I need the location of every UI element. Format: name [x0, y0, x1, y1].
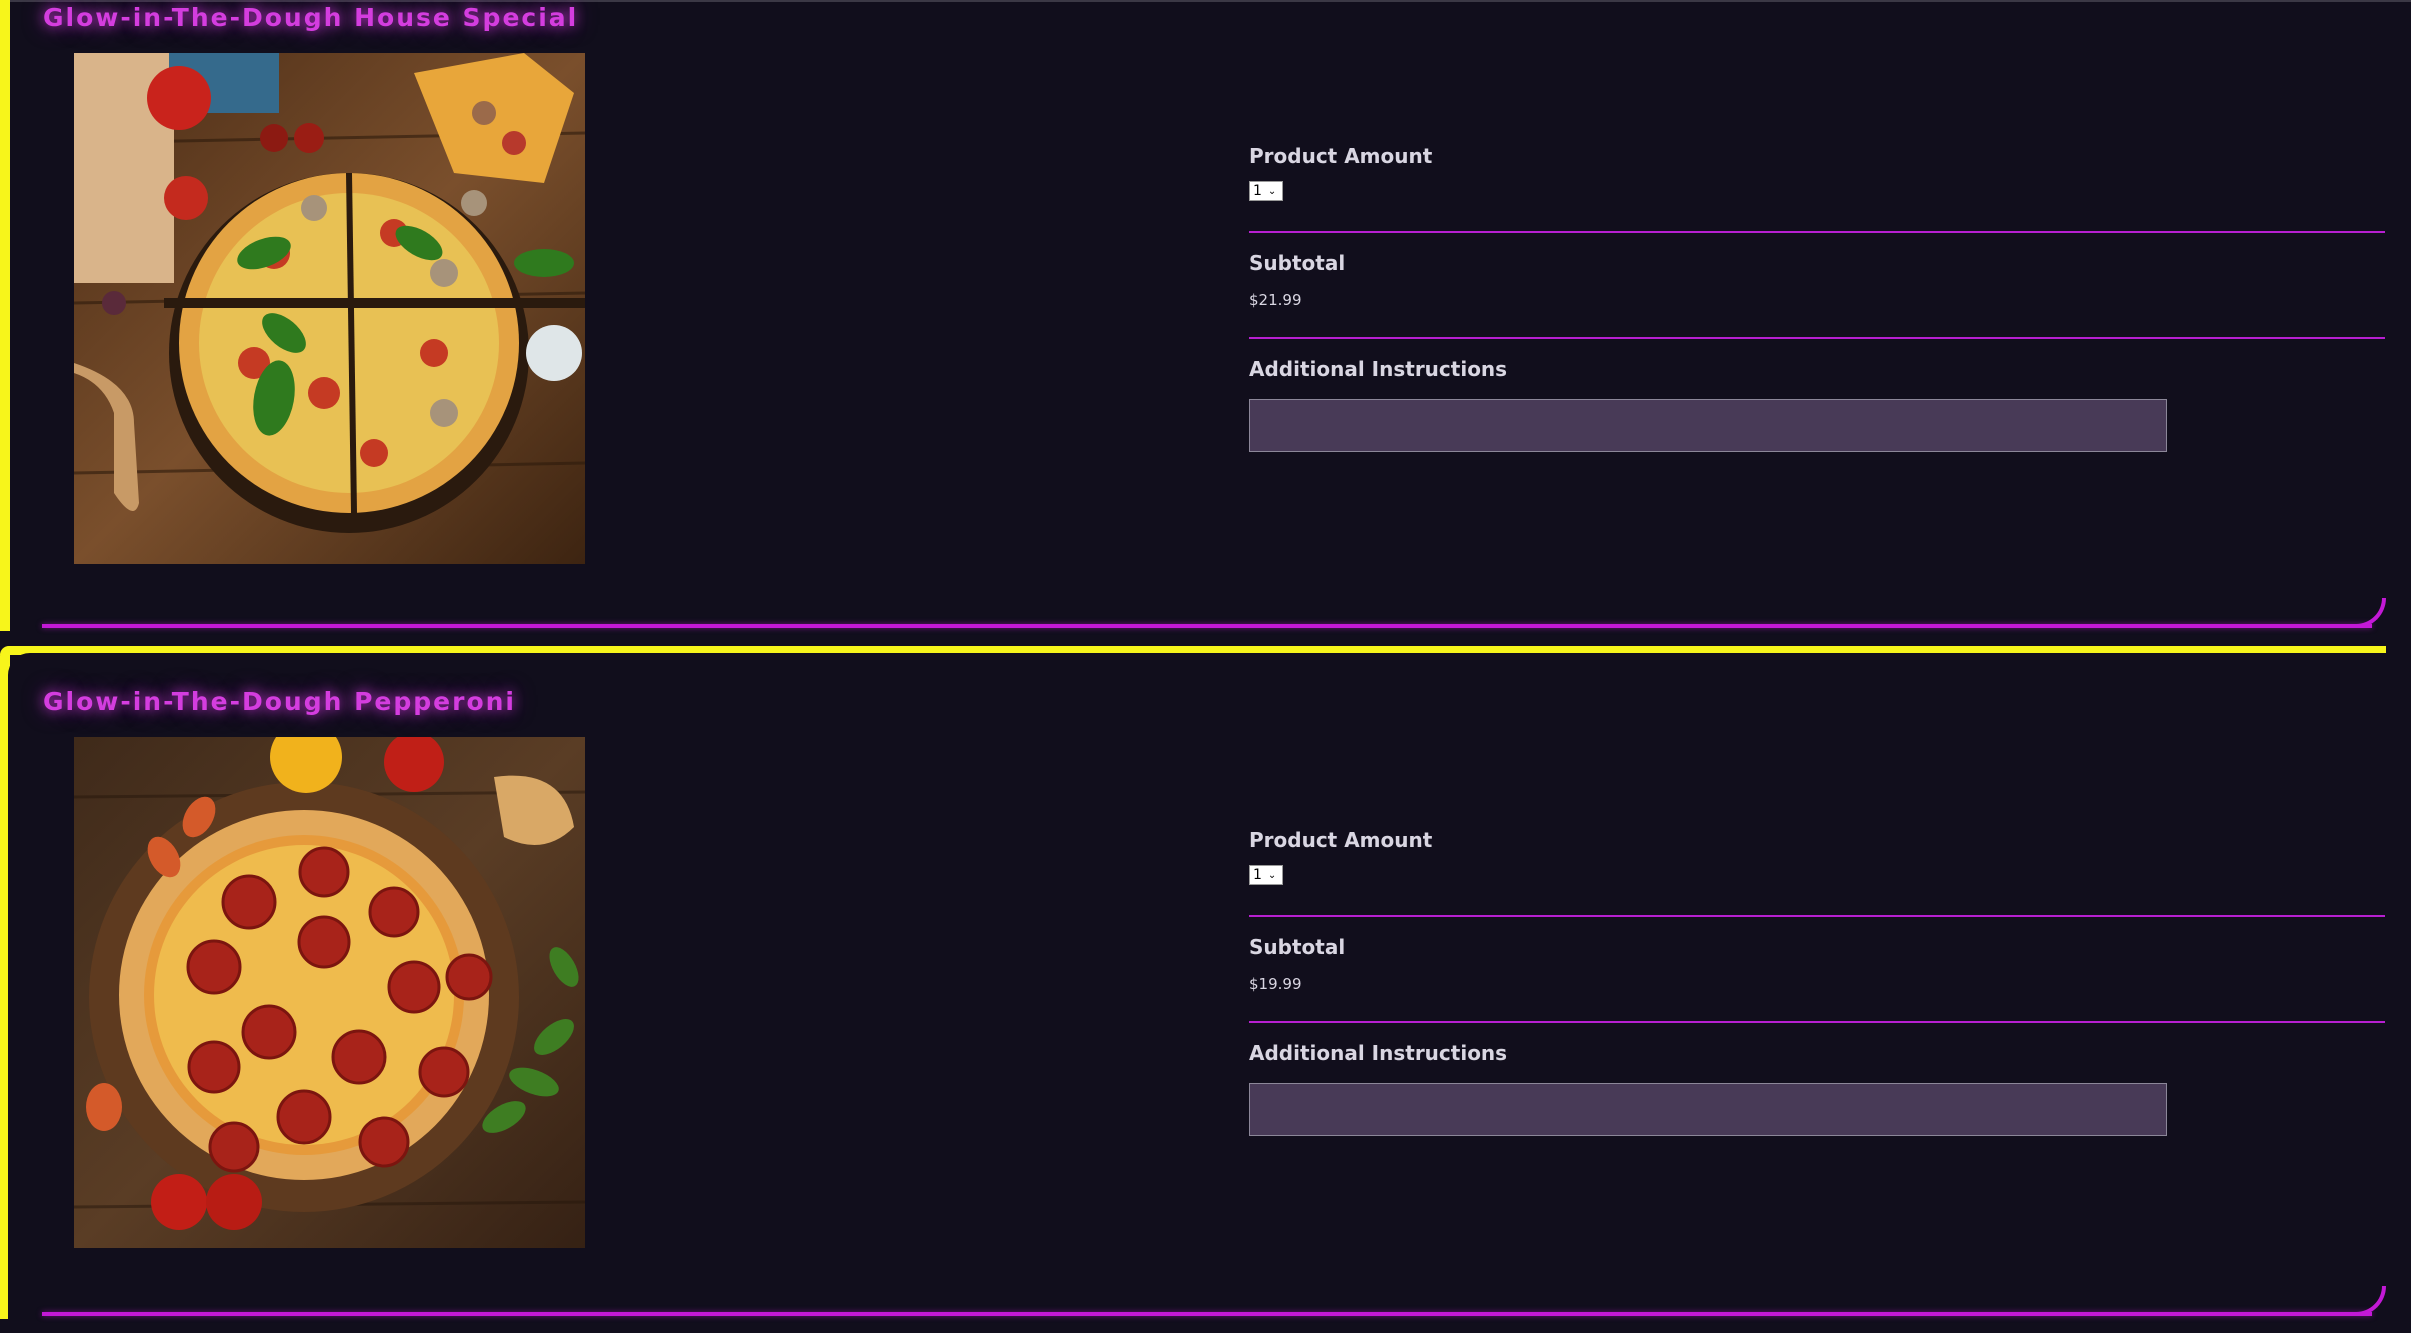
subtotal-value: $21.99 [1249, 291, 1302, 309]
chevron-down-icon: ⌄ [1267, 869, 1277, 881]
divider [1249, 231, 2385, 233]
instructions-input[interactable] [1249, 1083, 2167, 1136]
amount-label: Product Amount [1249, 828, 1433, 852]
card-accent-left [0, 0, 10, 631]
product-title: Glow-in-The-Dough Pepperoni [43, 687, 517, 716]
divider [1249, 337, 2385, 339]
divider [1249, 915, 2385, 917]
product-title: Glow-in-The-Dough House Special [43, 3, 579, 32]
amount-value: 1 [1253, 183, 1262, 199]
instructions-label: Additional Instructions [1249, 1041, 1508, 1065]
card-bottom-corner [2356, 598, 2386, 628]
product-details: Product Amount 1 ⌄ Subtotal $21.99 Addit… [1249, 144, 2385, 452]
instructions-input[interactable] [1249, 399, 2167, 452]
amount-select[interactable]: 1 ⌄ [1249, 181, 1283, 201]
divider [1249, 1021, 2385, 1023]
amount-label: Product Amount [1249, 144, 1433, 168]
subtotal-label: Subtotal [1249, 251, 1346, 275]
card-bottom-border [42, 1312, 2372, 1316]
instructions-label: Additional Instructions [1249, 357, 1508, 381]
subtotal-label: Subtotal [1249, 935, 1346, 959]
card-bottom-border [42, 624, 2372, 628]
product-card-house-special: Glow-in-The-Dough House Special Product … [0, 0, 2386, 631]
subtotal-value: $19.99 [1249, 975, 1302, 993]
product-image [74, 53, 585, 564]
amount-select[interactable]: 1 ⌄ [1249, 865, 1283, 885]
product-details: Product Amount 1 ⌄ Subtotal $19.99 Addit… [1249, 828, 2385, 1136]
amount-value: 1 [1253, 867, 1262, 883]
product-card-pepperoni: Glow-in-The-Dough Pepperoni Product Amou… [0, 646, 2408, 1333]
product-image [74, 737, 585, 1248]
chevron-down-icon: ⌄ [1267, 185, 1277, 197]
